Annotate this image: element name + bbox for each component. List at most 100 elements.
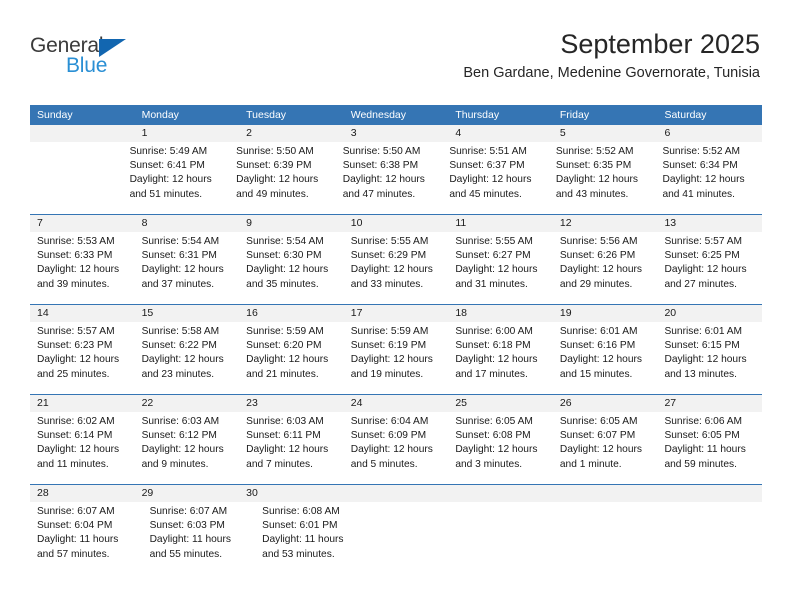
day-cell[interactable]: Sunrise: 6:07 AM Sunset: 6:03 PM Daylight:… bbox=[143, 502, 256, 574]
day-cell[interactable]: Sunrise: 6:05 AM Sunset: 6:08 PM Daylight:… bbox=[448, 412, 553, 484]
day-cell[interactable]: Sunrise: 5:50 AM Sunset: 6:39 PM Daylight:… bbox=[229, 142, 336, 214]
day-cell[interactable]: Sunrise: 5:56 AM Sunset: 6:26 PM Daylight:… bbox=[553, 232, 658, 304]
day-info-line: Sunset: 6:25 PM bbox=[664, 250, 740, 262]
day-number[interactable]: 1 bbox=[135, 125, 240, 142]
day-info-line: and 27 minutes. bbox=[664, 278, 737, 290]
day-cell[interactable]: Sunrise: 5:54 AM Sunset: 6:30 PM Daylight:… bbox=[239, 232, 344, 304]
day-info-line: and 19 minutes. bbox=[350, 368, 424, 380]
day-info-line: Sunset: 6:12 PM bbox=[141, 430, 217, 442]
weekday-header-friday: Friday bbox=[559, 109, 590, 121]
day-number[interactable]: 26 bbox=[553, 395, 658, 412]
day-info-line: Daylight: 12 hours bbox=[37, 264, 120, 276]
day-info-line: and 3 minutes. bbox=[455, 458, 523, 470]
day-cell[interactable]: Sunrise: 5:57 AM Sunset: 6:23 PM Daylight:… bbox=[30, 322, 135, 394]
day-info-line: Sunrise: 5:50 AM bbox=[236, 146, 314, 157]
day-number-empty bbox=[553, 485, 658, 502]
day-number[interactable]: 29 bbox=[135, 485, 240, 502]
day-info-line: Daylight: 12 hours bbox=[664, 354, 747, 366]
day-info-line: and 23 minutes. bbox=[141, 368, 215, 380]
day-number[interactable]: 25 bbox=[448, 395, 553, 412]
day-info-line: Sunrise: 6:01 AM bbox=[559, 326, 638, 337]
day-cell[interactable]: Sunrise: 5:59 AM Sunset: 6:20 PM Daylight:… bbox=[239, 322, 344, 394]
day-info-line: Daylight: 12 hours bbox=[449, 174, 532, 186]
day-cell[interactable]: Sunrise: 6:03 AM Sunset: 6:11 PM Daylight:… bbox=[239, 412, 344, 484]
day-info-line: Sunset: 6:35 PM bbox=[555, 160, 632, 172]
day-info-line: Daylight: 12 hours bbox=[662, 174, 745, 186]
day-info-line: Sunset: 6:04 PM bbox=[37, 520, 113, 532]
day-info-line: and 43 minutes. bbox=[555, 188, 629, 200]
day-cell[interactable]: Sunrise: 6:01 AM Sunset: 6:15 PM Daylight:… bbox=[657, 322, 762, 394]
day-number[interactable]: 17 bbox=[344, 305, 449, 322]
day-cell[interactable]: Sunrise: 6:01 AM Sunset: 6:16 PM Daylight:… bbox=[553, 322, 658, 394]
day-number[interactable]: 4 bbox=[448, 125, 553, 142]
page-title: September 2025 bbox=[560, 29, 760, 59]
day-cell[interactable]: Sunrise: 5:58 AM Sunset: 6:22 PM Daylight:… bbox=[135, 322, 240, 394]
day-number[interactable]: 19 bbox=[553, 305, 658, 322]
day-info-line: Sunrise: 6:03 AM bbox=[141, 416, 220, 427]
week-date-band: 123456 bbox=[30, 125, 762, 142]
day-cell[interactable]: Sunrise: 6:04 AM Sunset: 6:09 PM Daylight:… bbox=[344, 412, 449, 484]
day-number[interactable]: 22 bbox=[135, 395, 240, 412]
day-cell[interactable]: Sunrise: 5:59 AM Sunset: 6:19 PM Daylight:… bbox=[344, 322, 449, 394]
day-cell[interactable]: Sunrise: 5:53 AM Sunset: 6:33 PM Daylight:… bbox=[30, 232, 135, 304]
day-number[interactable]: 28 bbox=[30, 485, 135, 502]
brand-logo[interactable]: General Blue bbox=[30, 34, 230, 90]
day-info-line: and 59 minutes. bbox=[664, 458, 737, 470]
day-cell[interactable]: Sunrise: 5:54 AM Sunset: 6:31 PM Daylight:… bbox=[135, 232, 240, 304]
day-cell[interactable]: Sunrise: 6:05 AM Sunset: 6:07 PM Daylight:… bbox=[553, 412, 658, 484]
day-info-line: Sunset: 6:16 PM bbox=[559, 340, 636, 352]
day-number[interactable]: 7 bbox=[30, 215, 135, 232]
day-number[interactable]: 10 bbox=[344, 215, 449, 232]
day-cell[interactable]: Sunrise: 5:51 AM Sunset: 6:37 PM Daylight:… bbox=[442, 142, 549, 214]
day-number[interactable]: 13 bbox=[657, 215, 762, 232]
day-cell[interactable]: Sunrise: 5:52 AM Sunset: 6:34 PM Daylight:… bbox=[655, 142, 762, 214]
day-number[interactable]: 21 bbox=[30, 395, 135, 412]
day-number[interactable]: 5 bbox=[553, 125, 658, 142]
week-detail-band: Sunrise: 5:49 AM Sunset: 6:41 PM Daylight:… bbox=[30, 142, 762, 214]
day-cell[interactable]: Sunrise: 5:55 AM Sunset: 6:29 PM Daylight:… bbox=[344, 232, 449, 304]
day-cell[interactable]: Sunrise: 5:52 AM Sunset: 6:35 PM Daylight:… bbox=[549, 142, 656, 214]
day-info-line: Daylight: 12 hours bbox=[246, 264, 329, 276]
day-number[interactable]: 9 bbox=[239, 215, 344, 232]
week-date-band: 7 8 9 10 11 12 13 bbox=[30, 215, 762, 232]
day-number[interactable]: 2 bbox=[239, 125, 344, 142]
day-cell[interactable]: Sunrise: 6:02 AM Sunset: 6:14 PM Daylight:… bbox=[30, 412, 135, 484]
day-info-line: Sunset: 6:23 PM bbox=[37, 340, 113, 352]
day-info-line: Sunset: 6:03 PM bbox=[149, 520, 225, 532]
day-cell[interactable]: Sunrise: 6:06 AM Sunset: 6:05 PM Daylight:… bbox=[657, 412, 762, 484]
day-number[interactable]: 8 bbox=[135, 215, 240, 232]
day-cell[interactable]: Sunrise: 6:03 AM Sunset: 6:12 PM Daylight:… bbox=[135, 412, 240, 484]
day-info-line: Sunrise: 5:57 AM bbox=[664, 236, 743, 247]
day-number[interactable]: 3 bbox=[344, 125, 449, 142]
week-row: 21 22 23 24 25 26 27 Sunrise: 6:02 AM Sunset: 6:… bbox=[30, 394, 762, 484]
day-info-line: Daylight: 12 hours bbox=[455, 264, 538, 276]
day-number[interactable]: 30 bbox=[239, 485, 344, 502]
day-cell[interactable]: Sunrise: 6:07 AM Sunset: 6:04 PM Daylight:… bbox=[30, 502, 143, 574]
day-cell[interactable]: Sunrise: 5:57 AM Sunset: 6:25 PM Daylight:… bbox=[657, 232, 762, 304]
day-number[interactable]: 27 bbox=[657, 395, 762, 412]
day-number[interactable]: 14 bbox=[30, 305, 135, 322]
day-info-line: Sunrise: 5:55 AM bbox=[455, 236, 533, 247]
day-info-line: Daylight: 12 hours bbox=[141, 264, 224, 276]
day-info-line: Sunrise: 5:53 AM bbox=[37, 236, 115, 247]
day-info-line: Sunrise: 6:00 AM bbox=[455, 326, 533, 337]
day-number[interactable]: 20 bbox=[657, 305, 762, 322]
day-cell[interactable]: Sunrise: 5:49 AM Sunset: 6:41 PM Daylight:… bbox=[123, 142, 230, 214]
day-cell[interactable]: Sunrise: 6:08 AM Sunset: 6:01 PM Daylight:… bbox=[255, 502, 368, 574]
day-number[interactable]: 15 bbox=[135, 305, 240, 322]
day-number[interactable]: 16 bbox=[239, 305, 344, 322]
day-number[interactable]: 23 bbox=[239, 395, 344, 412]
day-info-line: and 39 minutes. bbox=[37, 278, 110, 290]
day-cell[interactable]: Sunrise: 5:55 AM Sunset: 6:27 PM Daylight:… bbox=[448, 232, 553, 304]
day-cell[interactable]: Sunrise: 5:50 AM Sunset: 6:38 PM Daylight:… bbox=[336, 142, 443, 214]
day-info-line: and 21 minutes. bbox=[246, 368, 319, 380]
day-number[interactable]: 6 bbox=[657, 125, 762, 142]
day-number[interactable]: 11 bbox=[448, 215, 553, 232]
day-info-line: Sunset: 6:20 PM bbox=[246, 340, 322, 352]
day-number[interactable]: 18 bbox=[448, 305, 553, 322]
day-number[interactable]: 12 bbox=[553, 215, 658, 232]
day-number-empty bbox=[344, 485, 449, 502]
day-number[interactable]: 24 bbox=[344, 395, 449, 412]
day-info-line: and 15 minutes. bbox=[559, 368, 633, 380]
day-cell[interactable]: Sunrise: 6:00 AM Sunset: 6:18 PM Daylight:… bbox=[448, 322, 553, 394]
